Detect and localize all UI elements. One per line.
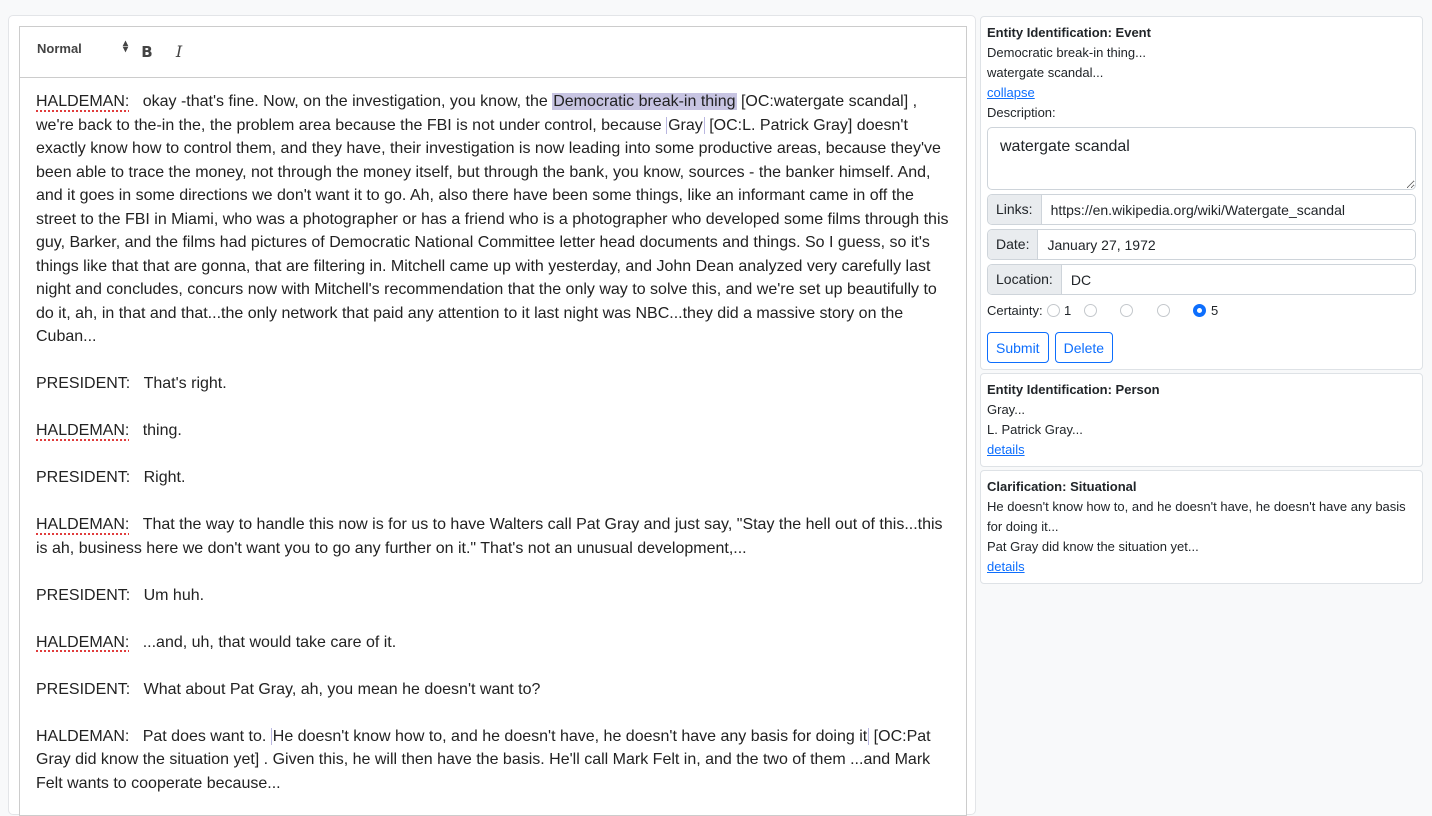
rich-text-editor[interactable]: Normal ▴ ▾ B I HALDEMAN: okay -that's fin…	[19, 26, 967, 816]
transcript-paragraph: PRESIDENT: What about Pat Gray, ah, you …	[36, 678, 950, 702]
paragraph-text: That the way to handle this now is for u…	[36, 516, 943, 557]
annotation-excerpt: watergate scandal...	[987, 65, 1104, 80]
action-buttons: Submit Delete	[987, 332, 1416, 363]
date-input[interactable]	[1038, 230, 1415, 259]
certainty-option-label: 1	[1064, 303, 1072, 318]
format-select[interactable]: Normal ▴ ▾	[36, 38, 128, 60]
speaker-label: HALDEMAN:	[36, 633, 130, 651]
delete-button[interactable]: Delete	[1054, 332, 1114, 363]
date-input-group: Date:	[987, 229, 1416, 260]
transcript-paragraph: PRESIDENT: Right.	[36, 466, 950, 490]
paragraph-text: ...and, uh, that would take care of it.	[142, 633, 397, 651]
italic-button[interactable]: I	[168, 41, 190, 63]
links-label: Links:	[988, 195, 1042, 224]
annotation-card-clarification: Clarification: Situational He doesn't kn…	[980, 470, 1423, 584]
transcript-paragraph: HALDEMAN: okay -that's fine. Now, on the…	[36, 90, 950, 349]
editor-toolbar: Normal ▴ ▾ B I	[20, 27, 966, 78]
transcript-paragraph: HALDEMAN: That the way to handle this no…	[36, 513, 950, 560]
annotation-excerpt: L. Patrick Gray...	[987, 422, 1083, 437]
paragraph-text: That's right.	[143, 375, 227, 392]
annotation-excerpt: Gray...	[987, 402, 1026, 417]
transcript-paragraph: PRESIDENT: Um huh.	[36, 584, 950, 608]
transcript-paragraph: HALDEMAN: thing.	[36, 419, 950, 443]
paragraph-text: What about Pat Gray, ah, you mean he doe…	[143, 680, 541, 698]
annotation-excerpt: Pat Gray did know the situation yet...	[987, 539, 1199, 554]
speaker-label: PRESIDENT:	[36, 680, 131, 698]
certainty-radio-4[interactable]	[1157, 304, 1170, 317]
format-select-value: Normal	[37, 41, 82, 56]
paragraph-text: Pat does want to.	[142, 727, 271, 745]
speaker-label: PRESIDENT:	[36, 375, 131, 392]
editor-card: Normal ▴ ▾ B I HALDEMAN: okay -that's fin…	[8, 15, 976, 816]
description-label: Description:	[987, 105, 1056, 120]
submit-button[interactable]: Submit	[987, 332, 1049, 363]
location-input[interactable]	[1061, 265, 1415, 294]
certainty-radio-5[interactable]	[1193, 304, 1206, 317]
speaker-label: PRESIDENT:	[36, 469, 131, 486]
paragraph-text: thing.	[142, 422, 182, 439]
certainty-radio-3[interactable]	[1120, 304, 1133, 317]
annotation-title: Clarification: Situational	[987, 479, 1137, 494]
links-input[interactable]	[1041, 195, 1415, 224]
annotation-excerpt: He doesn't know how to, and he doesn't h…	[987, 499, 1406, 534]
transcript-paragraph: HALDEMAN: Pat does want to. He doesn't k…	[36, 725, 950, 796]
annotation-anchor-person[interactable]: Gray	[666, 116, 705, 134]
highlighted-annotation-event[interactable]: Democratic break-in thing	[552, 93, 737, 110]
annotation-card-person: Entity Identification: Person Gray... L.…	[980, 373, 1423, 467]
speaker-label: HALDEMAN:	[36, 727, 130, 745]
collapse-link[interactable]: collapse	[987, 83, 1035, 103]
annotation-card-event: Entity Identification: Event Democratic …	[980, 16, 1423, 370]
links-input-group: Links:	[987, 194, 1416, 225]
select-arrows-icon: ▴ ▾	[122, 38, 128, 55]
description-textarea[interactable]: watergate scandal	[987, 127, 1416, 190]
location-input-group: Location:	[987, 264, 1416, 295]
speaker-label: HALDEMAN:	[36, 422, 130, 439]
paragraph-text: Right.	[143, 469, 186, 486]
annotation-title: Entity Identification: Event	[987, 25, 1151, 40]
certainty-radio-1[interactable]	[1047, 304, 1060, 317]
annotation-sidebar: Entity Identification: Event Democratic …	[980, 16, 1423, 587]
certainty-radio-group: Certainty: 1 5	[987, 300, 1416, 322]
speaker-label: HALDEMAN:	[36, 516, 130, 533]
date-label: Date:	[988, 230, 1039, 259]
transcript-paragraph: HALDEMAN: ...and, uh, that would take ca…	[36, 631, 950, 655]
transcript-content[interactable]: HALDEMAN: okay -that's fine. Now, on the…	[20, 78, 966, 795]
details-link[interactable]: details	[987, 440, 1025, 460]
annotation-excerpt: Democratic break-in thing...	[987, 45, 1146, 60]
bold-button[interactable]: B	[136, 41, 158, 63]
annotation-title: Entity Identification: Person	[987, 382, 1160, 397]
details-link[interactable]: details	[987, 557, 1025, 577]
certainty-radio-2[interactable]	[1084, 304, 1097, 317]
paragraph-text: Um huh.	[143, 586, 205, 604]
paragraph-text: okay -that's fine. Now, on the investiga…	[142, 93, 553, 110]
certainty-label: Certainty:	[987, 303, 1043, 318]
location-label: Location:	[988, 265, 1062, 294]
paragraph-text: [OC:L. Patrick Gray] doesn't exactly kno…	[36, 116, 949, 346]
speaker-label: HALDEMAN:	[36, 93, 130, 110]
certainty-option-label: 5	[1211, 303, 1219, 318]
speaker-label: PRESIDENT:	[36, 586, 131, 604]
transcript-paragraph: PRESIDENT: That's right.	[36, 372, 950, 396]
annotation-anchor-clarification[interactable]: He doesn't know how to, and he doesn't h…	[270, 727, 870, 745]
